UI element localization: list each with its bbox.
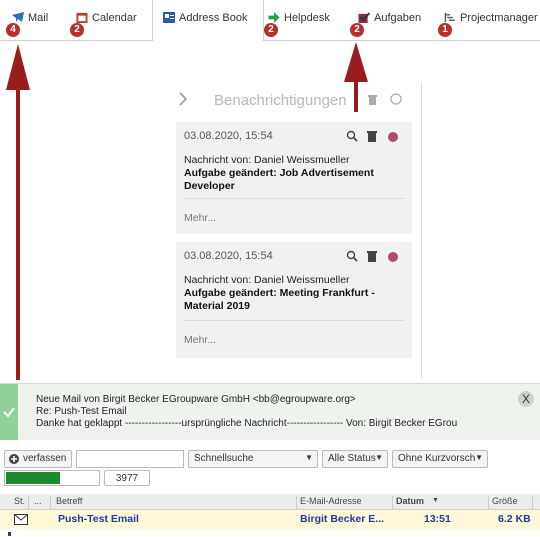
- col-subject[interactable]: Betreff: [56, 496, 82, 506]
- col-more[interactable]: ...: [34, 496, 42, 506]
- arrow-to-mail-badge: [6, 44, 30, 380]
- trash-icon[interactable]: [366, 130, 378, 142]
- status-filter-label: Alle Status: [328, 453, 376, 464]
- new-mail-line-1: Neue Mail von Birgit Becker EGroupware G…: [36, 394, 356, 405]
- message-list-header: St. ... Betreff E-Mail-Adresse Datum ▼ G…: [0, 494, 540, 511]
- quicksearch-select[interactable]: Schnellsuche ▼: [188, 450, 318, 468]
- plus-circle-icon: [9, 454, 19, 464]
- selection-marker: [8, 532, 11, 536]
- search-icon[interactable]: [346, 130, 358, 142]
- more-link[interactable]: Mehr...: [184, 334, 216, 346]
- quicksearch-label: Schnellsuche: [194, 453, 254, 464]
- status-filter-select[interactable]: Alle Status ▼: [322, 450, 388, 468]
- sort-desc-icon: ▼: [432, 497, 439, 504]
- col-status[interactable]: St.: [14, 496, 25, 506]
- new-mail-notification[interactable]: Neue Mail von Birgit Becker EGroupware G…: [0, 383, 540, 440]
- row-time: 13:51: [424, 513, 451, 525]
- more-link[interactable]: Mehr...: [184, 212, 216, 224]
- unread-dot[interactable]: [388, 132, 398, 142]
- trash-icon[interactable]: [366, 250, 378, 262]
- search-icon[interactable]: [346, 250, 358, 262]
- divider: [184, 198, 404, 199]
- chevron-down-icon: ▼: [475, 453, 483, 462]
- message-count: 3977: [104, 470, 150, 486]
- preview-label: Ohne Kurzvorscha: [398, 453, 481, 464]
- new-mail-text: Neue Mail von Birgit Becker EGroupware G…: [36, 394, 526, 430]
- compose-button[interactable]: verfassen: [4, 450, 72, 468]
- row-subject: Push-Test Email: [58, 513, 139, 525]
- compose-label: verfassen: [23, 453, 67, 464]
- row-email: Birgit Becker E...: [300, 513, 385, 525]
- notification-sender: Nachricht von: Daniel Weissmueller: [184, 274, 350, 286]
- trash-all-icon[interactable]: [367, 93, 378, 105]
- chevron-right-icon[interactable]: [178, 92, 188, 106]
- envelope-icon: [14, 514, 28, 525]
- chevron-down-icon: ▼: [375, 453, 383, 462]
- notifications-header: Benachrichtigungen: [176, 88, 422, 112]
- table-row[interactable]: Push-Test Email Birgit Becker E... 13:51…: [0, 510, 540, 529]
- notification-subject: Aufgabe geändert: Job Advertisement Deve…: [184, 167, 374, 192]
- notification-card[interactable]: 03.08.2020, 15:54 Nachricht von: Daniel …: [176, 122, 412, 234]
- close-button[interactable]: X: [518, 391, 534, 407]
- chevron-down-icon: ▼: [305, 453, 313, 462]
- new-mail-line-2: Re: Push-Test Email: [36, 406, 127, 417]
- success-bar: [0, 384, 18, 440]
- mark-all-read-icon[interactable]: [390, 93, 402, 105]
- notification-card[interactable]: 03.08.2020, 15:54 Nachricht von: Daniel …: [176, 242, 412, 358]
- col-size[interactable]: Größe: [492, 496, 518, 506]
- checkmark-icon: [3, 407, 15, 418]
- row-size: 6.2 KB: [498, 513, 531, 525]
- search-input[interactable]: [76, 450, 184, 468]
- notification-sender: Nachricht von: Daniel Weissmueller: [184, 154, 350, 166]
- quota-fill: [6, 472, 60, 484]
- col-email[interactable]: E-Mail-Adresse: [300, 496, 362, 506]
- divider: [184, 320, 404, 321]
- notification-date: 03.08.2020, 15:54: [184, 250, 273, 262]
- col-date[interactable]: Datum: [396, 496, 424, 506]
- unread-dot[interactable]: [388, 252, 398, 262]
- notification-date: 03.08.2020, 15:54: [184, 130, 273, 142]
- quota-bar: [4, 470, 100, 486]
- notification-subject: Aufgabe geändert: Meeting Frankfurt - Ma…: [184, 287, 375, 312]
- new-mail-line-3: Danke hat geklappt -----------------ursp…: [36, 418, 458, 429]
- mail-toolbar: verfassen Schnellsuche ▼ Alle Status ▼ O…: [0, 446, 540, 494]
- preview-select[interactable]: Ohne Kurzvorscha ▼: [392, 450, 488, 468]
- message-list: St. ... Betreff E-Mail-Adresse Datum ▼ G…: [0, 494, 540, 537]
- notifications-title: Benachrichtigungen: [214, 92, 347, 109]
